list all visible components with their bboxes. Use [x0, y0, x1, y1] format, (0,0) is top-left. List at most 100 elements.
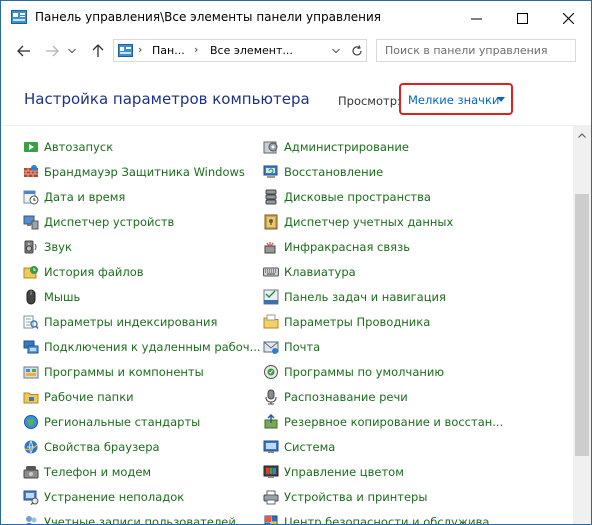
control-panel-item-label[interactable]: Панель задач и навигация — [284, 290, 446, 304]
breadcrumb-item[interactable]: Пан... — [152, 44, 185, 57]
control-panel-item-label[interactable]: Свойства браузера — [44, 440, 160, 454]
minimize-button[interactable] — [453, 1, 499, 35]
control-panel-item-label[interactable]: Региональные стандарты — [44, 415, 200, 429]
control-panel-item-label[interactable]: Рабочие папки — [44, 390, 134, 404]
control-panel-item[interactable]: История файлов — [23, 259, 261, 284]
control-panel-item[interactable]: Параметры Проводника — [263, 309, 503, 334]
control-panel-item[interactable]: Свойства браузера — [23, 434, 261, 459]
scroll-up-button[interactable] — [573, 126, 591, 144]
control-panel-item-label[interactable]: История файлов — [44, 265, 144, 279]
recovery-icon — [263, 165, 278, 178]
address-bar[interactable]: › Пан... › Все элемент... — [113, 39, 367, 62]
search-input[interactable]: Поиск в панели управления — [376, 39, 576, 62]
control-panel-item-label[interactable]: Дисковые пространства — [284, 190, 431, 204]
control-panel-item-label[interactable]: Управление цветом — [284, 465, 404, 479]
control-panel-item[interactable]: Диспетчер устройств — [23, 209, 261, 234]
refresh-button[interactable] — [346, 40, 366, 61]
control-panel-item[interactable]: Устранение неполадок — [23, 484, 261, 509]
breadcrumb-item[interactable]: Все элемент... — [210, 44, 293, 57]
mouse-icon — [26, 289, 36, 304]
control-panel-item-label[interactable]: Устройства и принтеры — [284, 490, 427, 504]
control-panel-item[interactable]: Звук — [23, 234, 261, 259]
control-panel-item[interactable]: Восстановление — [263, 159, 503, 184]
chevron-down-icon — [332, 48, 340, 53]
control-panel-item[interactable]: Инфракрасная связь — [263, 234, 503, 259]
vertical-scrollbar[interactable] — [573, 126, 591, 524]
control-panel-item[interactable]: Дисковые пространства — [263, 184, 503, 209]
control-panel-item-label[interactable]: Клавиатура — [284, 265, 356, 279]
explorer-options-icon — [263, 314, 279, 328]
control-panel-item[interactable]: Система — [263, 434, 503, 459]
control-panel-item[interactable]: Распознавание речи — [263, 384, 503, 409]
window-title: Панель управления\Все элементы панели уп… — [35, 10, 381, 24]
control-panel-item-label[interactable]: Центр безопасности и обслужива... — [284, 515, 500, 525]
back-button[interactable] — [13, 39, 35, 63]
view-by-dropdown[interactable]: Мелкие значки — [399, 83, 513, 115]
control-panel-item[interactable]: Устройства и принтеры — [263, 484, 503, 509]
control-panel-item-label[interactable]: Автозапуск — [44, 140, 113, 154]
control-panel-item[interactable]: Почта — [263, 334, 503, 359]
up-button[interactable] — [87, 39, 109, 63]
control-panel-item[interactable]: Учетные записи пользователей — [23, 509, 261, 525]
devices-printers-icon — [263, 490, 279, 504]
control-panel-item-label[interactable]: Резервное копирование и восстан... — [284, 415, 503, 429]
control-panel-item-label[interactable]: Распознавание речи — [284, 390, 408, 404]
file-history-icon — [23, 265, 38, 278]
address-dropdown-button[interactable] — [328, 40, 344, 61]
close-button[interactable] — [545, 1, 591, 35]
credential-manager-icon — [264, 214, 278, 229]
page-header: Настройка параметров компьютера Просмотр… — [1, 67, 591, 125]
control-panel-item-label[interactable]: Параметры индексирования — [44, 315, 217, 329]
control-panel-item-label[interactable]: Диспетчер устройств — [44, 215, 174, 229]
control-panel-item[interactable]: Рабочие папки — [23, 384, 261, 409]
control-panel-item-label[interactable]: Система — [284, 440, 335, 454]
control-panel-item[interactable]: Диспетчер учетных данных — [263, 209, 503, 234]
control-panel-item-label[interactable]: Параметры Проводника — [284, 315, 430, 329]
control-panel-item[interactable]: Клавиатура — [263, 259, 503, 284]
control-panel-item-label[interactable]: Брандмауэр Защитника Windows — [44, 165, 245, 179]
speech-icon — [265, 389, 277, 404]
control-panel-item[interactable]: Брандмауэр Защитника Windows — [23, 159, 261, 184]
control-panel-item[interactable]: Мышь — [23, 284, 261, 309]
control-panel-item[interactable]: Управление цветом — [263, 459, 503, 484]
breadcrumb-separator: › — [194, 43, 199, 56]
control-panel-item-label[interactable]: Диспетчер учетных данных — [284, 215, 453, 229]
control-panel-item-label[interactable]: Восстановление — [284, 165, 383, 179]
control-panel-item-label[interactable]: Учетные записи пользователей — [44, 515, 236, 525]
control-panel-item-label[interactable]: Телефон и модем — [44, 465, 151, 479]
scrollbar-thumb[interactable] — [575, 194, 589, 456]
control-panel-item-label[interactable]: Программы по умолчанию — [284, 365, 444, 379]
view-by-value[interactable]: Мелкие значки — [408, 93, 499, 107]
control-panel-item[interactable]: Подключения к удаленным рабоч... — [23, 334, 261, 359]
control-panel-item[interactable]: Автозапуск — [23, 134, 261, 159]
arrow-left-icon — [17, 45, 30, 57]
mail-icon — [263, 341, 279, 354]
control-panel-item[interactable]: Дата и время — [23, 184, 261, 209]
control-panel-item-label[interactable]: Мышь — [44, 290, 80, 304]
control-panel-item[interactable]: Администрирование — [263, 134, 503, 159]
control-panel-item[interactable]: Центр безопасности и обслужива... — [263, 509, 503, 525]
firewall-icon — [24, 164, 38, 177]
control-panel-item-label[interactable]: Программы и компоненты — [44, 365, 204, 379]
recent-locations-button[interactable] — [65, 39, 79, 63]
forward-button[interactable] — [41, 39, 63, 63]
infrared-icon — [264, 241, 276, 253]
control-panel-item[interactable]: Телефон и модем — [23, 459, 261, 484]
control-panel-item-label[interactable]: Дата и время — [44, 190, 125, 204]
control-panel-item-label[interactable]: Почта — [284, 340, 320, 354]
control-panel-item[interactable]: Панель задач и навигация — [263, 284, 503, 309]
control-panel-item[interactable]: Параметры индексирования — [23, 309, 261, 334]
control-panel-item-label[interactable]: Администрирование — [284, 140, 409, 154]
dropdown-arrow-icon — [497, 97, 505, 102]
control-panel-item-label[interactable]: Подключения к удаленным рабоч... — [44, 340, 261, 354]
control-panel-item[interactable]: Программы по умолчанию — [263, 359, 503, 384]
control-panel-item[interactable]: Резервное копирование и восстан... — [263, 409, 503, 434]
remote-connections-icon — [23, 340, 39, 353]
control-panel-item-label[interactable]: Инфракрасная связь — [284, 240, 410, 254]
control-panel-item[interactable]: Региональные стандарты — [23, 409, 261, 434]
maximize-button[interactable] — [499, 1, 545, 35]
control-panel-item-label[interactable]: Звук — [44, 240, 72, 254]
chevron-up-icon — [578, 132, 586, 138]
control-panel-item-label[interactable]: Устранение неполадок — [44, 490, 184, 504]
control-panel-item[interactable]: Программы и компоненты — [23, 359, 261, 384]
